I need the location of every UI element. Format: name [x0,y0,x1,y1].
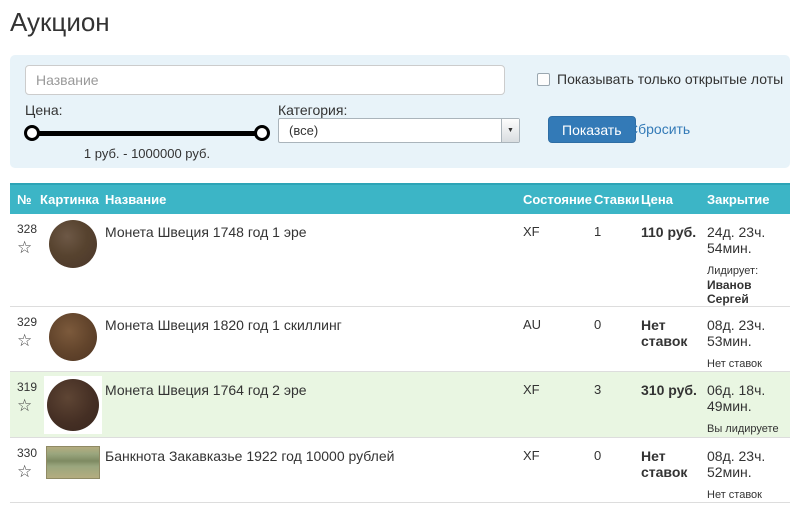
lot-name: Банкнота Закавказье 1922 год 10000 рубле… [105,438,517,503]
lot-bids: 0 [588,307,637,372]
leader-label: Лидирует: [707,264,790,278]
lot-number-cell: 330 ☆ [10,438,40,503]
header-condition: Состояние [517,184,588,214]
closing-time: 08д. 23ч. 53мин. [707,317,790,349]
price-range-text: 1 руб. - 1000000 руб. [32,146,262,161]
banknote-photo [46,446,100,479]
lot-condition: XF [517,372,588,438]
lot-closing-cell: 12д. 00ч. 08мин. Нет ставок [703,503,790,507]
lot-name: Облигация СССР 1927 год 25 рублей Госуда… [105,503,517,507]
lot-price: Нет ставок [637,438,703,503]
filter-panel: Показывать только открытые лоты Цена: 1 … [10,55,790,168]
lot-number-cell: 328 ☆ [10,214,40,307]
lot-image-cell [40,214,105,307]
lot-image-cell [40,503,105,507]
lot-image-cell [40,307,105,372]
header-name: Название [105,184,517,214]
category-select[interactable]: (все) ▼ [278,118,520,143]
header-price: Цена [637,184,703,214]
closing-note: Нет ставок [707,357,790,371]
lot-number: 328 [17,222,37,236]
table-row[interactable]: 330 ☆ Банкнота Закавказье 1922 год 10000… [10,438,790,503]
lot-number-cell: 329 ☆ [10,307,40,372]
reset-link[interactable]: Сбросить [628,121,690,137]
auction-page: Аукцион Показывать только открытые лоты … [0,6,800,507]
lot-bids: 0 [588,438,637,503]
open-lots-checkbox[interactable] [537,73,550,86]
closing-note: Вы лидируете [707,422,790,436]
lot-number: 329 [17,315,37,329]
lot-number: 330 [17,446,37,460]
select-arrow-button[interactable]: ▼ [501,119,519,142]
lot-price: 310 руб. [637,372,703,438]
favorite-star-icon[interactable]: ☆ [17,463,40,480]
favorite-star-icon[interactable]: ☆ [17,332,40,349]
open-lots-label: Показывать только открытые лоты [557,71,783,87]
lot-closing-cell: 08д. 23ч. 53мин. Нет ставок [703,307,790,372]
chevron-down-icon: ▼ [507,127,514,134]
lot-name: Монета Швеция 1748 год 1 эре [105,214,517,307]
closing-note: Лидирует: Иванов Сергей [707,264,790,306]
coin-photo [47,379,99,431]
lot-condition: XF [517,214,588,307]
closing-time: 08д. 23ч. 52мин. [707,448,790,480]
favorite-star-icon[interactable]: ☆ [17,239,40,256]
closing-time: 24д. 23ч. 54мин. [707,224,790,256]
lot-price: Нет ставок [637,503,703,507]
lot-number-cell: 319 ☆ [10,372,40,438]
coin-photo [49,313,97,361]
lot-bids: 3 [588,372,637,438]
table-header: № Картинка Название Состояние Ставки Цен… [10,184,790,214]
leader-name: Иванов Сергей [707,278,790,306]
lot-bids: 0 [588,503,637,507]
lot-number: 319 [17,380,37,394]
header-image: Картинка [40,184,105,214]
lot-number-cell: 320 ☆ [10,503,40,507]
price-range-slider[interactable]: 1 руб. - 1000000 руб. [32,125,262,161]
lot-condition: AU [517,307,588,372]
header-num: № [10,184,40,214]
closing-time: 06д. 18ч. 49мин. [707,382,790,414]
slider-handle-max[interactable] [254,125,270,141]
table-row[interactable]: 328 ☆ Монета Швеция 1748 год 1 эре XF 1 … [10,214,790,307]
category-label: Категория: [278,102,347,118]
show-button[interactable]: Показать [548,116,636,143]
lot-price: 110 руб. [637,214,703,307]
category-selected-value: (все) [279,123,501,138]
lot-closing-cell: 08д. 23ч. 52мин. Нет ставок [703,438,790,503]
lot-image-cell [40,372,105,438]
header-bids: Ставки [588,184,637,214]
lot-name: Монета Швеция 1820 год 1 скиллинг [105,307,517,372]
table-row[interactable]: 320 ☆ Облигация СССР 1927 год 25 рублей … [10,503,790,507]
open-lots-checkbox-row[interactable]: Показывать только открытые лоты [537,71,783,87]
lot-closing-cell: 06д. 18ч. 49мин. Вы лидируете [703,372,790,438]
lot-price: Нет ставок [637,307,703,372]
lot-condition: AU [517,503,588,507]
search-input[interactable] [25,65,505,95]
lots-table: № Картинка Название Состояние Ставки Цен… [10,183,790,507]
price-label: Цена: [25,102,63,118]
photo-frame [44,376,102,434]
lot-bids: 1 [588,214,637,307]
slider-handle-min[interactable] [24,125,40,141]
lot-name: Монета Швеция 1764 год 2 эре [105,372,517,438]
page-title: Аукцион [10,6,790,38]
table-row[interactable]: 319 ☆ Монета Швеция 1764 год 2 эре XF 3 … [10,372,790,438]
favorite-star-icon[interactable]: ☆ [17,397,40,414]
lot-closing-cell: 24д. 23ч. 54мин. Лидирует: Иванов Сергей [703,214,790,307]
table-row[interactable]: 329 ☆ Монета Швеция 1820 год 1 скиллинг … [10,307,790,372]
lot-image-cell [40,438,105,503]
coin-photo [49,220,97,268]
header-closing: Закрытие [703,184,790,214]
slider-track[interactable] [32,131,262,136]
lot-condition: XF [517,438,588,503]
closing-note: Нет ставок [707,488,790,502]
